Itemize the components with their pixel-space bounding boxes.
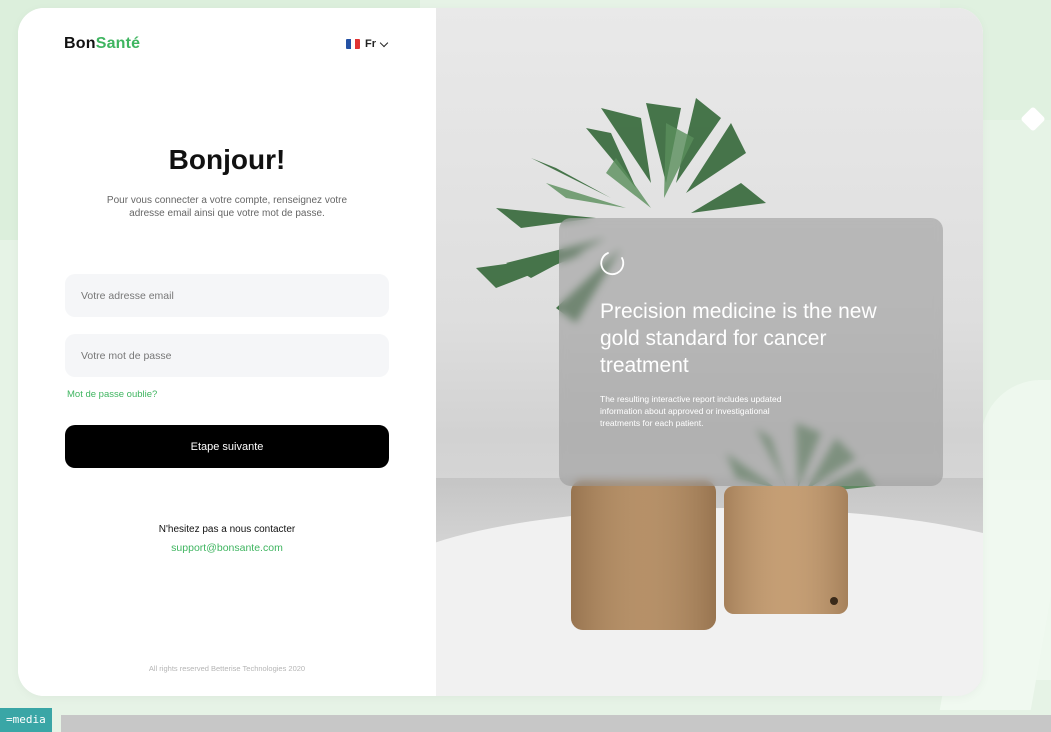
background-shape [981, 380, 1051, 680]
promo-headline: Precision medicine is the new gold stand… [600, 300, 877, 377]
contact-text: N'hesitez pas a nous contacter [158, 524, 296, 535]
brand-part-2: Santé [95, 35, 141, 52]
chevron-down-icon [379, 38, 389, 47]
login-card: BonSanté Fr Bonjour! Pour vous connecter… [18, 8, 983, 696]
media-tag: =media [0, 708, 52, 732]
brand-part-1: Bon [64, 35, 96, 52]
france-flag-icon [346, 39, 360, 49]
forgot-password-link[interactable]: Mot de passe oublie? [67, 389, 157, 400]
loading-spinner-icon [600, 252, 625, 275]
promo-panel: Precision medicine is the new gold stand… [436, 8, 983, 696]
promo-description: The resulting interactive report include… [600, 394, 782, 428]
copyright-text: All rights reserved Betterise Technologi… [148, 664, 306, 673]
password-field[interactable] [65, 334, 389, 377]
brand-logo: BonSanté [64, 35, 140, 53]
page-subtitle: Pour vous connecter a votre compte, rens… [106, 195, 348, 219]
next-step-button[interactable]: Etape suivante [65, 425, 389, 468]
decorative-diamond [1020, 106, 1046, 132]
login-panel: BonSanté Fr Bonjour! Pour vous connecter… [18, 8, 436, 696]
support-email-link[interactable]: support@bonsante.com [18, 542, 436, 554]
language-label: Fr [365, 38, 376, 50]
language-selector[interactable]: Fr [346, 38, 389, 50]
bottom-bar [61, 715, 1051, 732]
promo-card: Precision medicine is the new gold stand… [559, 218, 943, 486]
email-field[interactable] [65, 274, 389, 317]
page-title: Bonjour! [168, 144, 286, 175]
